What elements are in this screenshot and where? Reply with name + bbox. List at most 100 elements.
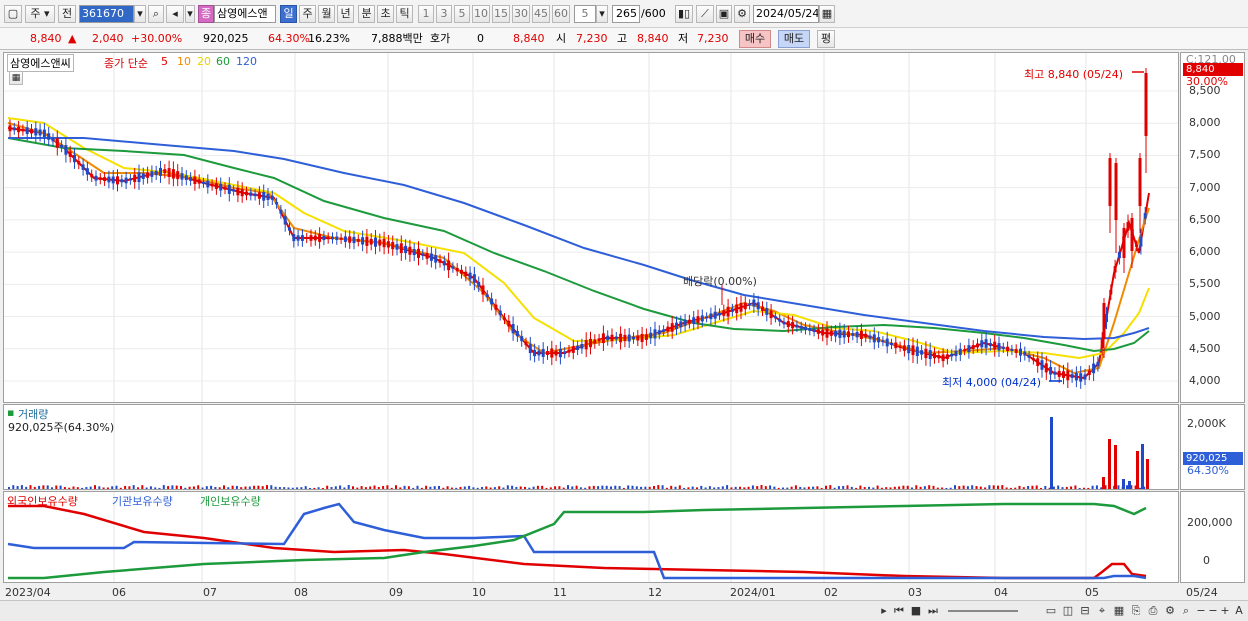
custom-interval-dropdown-icon[interactable]: ▾ (596, 5, 608, 23)
candle-body (739, 302, 743, 312)
search-icon[interactable]: ⌕ (148, 5, 164, 23)
price-chart-canvas[interactable] (4, 53, 1178, 402)
volume-bar (833, 487, 836, 489)
scroll-stop-icon[interactable]: ■ (910, 603, 922, 619)
scroll-right-icon[interactable]: ▸ (878, 603, 890, 619)
candle-body (911, 345, 915, 356)
stock-code-input[interactable]: 361670 (79, 5, 134, 23)
candle-body (761, 306, 764, 311)
volume-bar (653, 485, 655, 489)
volume-bar (102, 487, 105, 489)
scroll-start-icon[interactable]: ⏮ (893, 603, 905, 619)
candle-body (1006, 346, 1010, 352)
save-icon[interactable]: ▣ (716, 5, 732, 23)
ma-period-10: 10 (177, 55, 191, 68)
window-icon[interactable]: ▭ (1045, 603, 1057, 619)
speaker-dropdown-icon[interactable]: ▾ (185, 5, 195, 23)
candle-body (94, 175, 98, 181)
interval-1[interactable]: 1 (418, 5, 434, 23)
zoom-in-icon[interactable]: + (1219, 603, 1231, 619)
candle-body (270, 195, 274, 200)
interval-15[interactable]: 15 (492, 5, 510, 23)
data-table-icon[interactable]: ▦ (9, 71, 23, 85)
candle-body (468, 272, 472, 280)
split-h-icon[interactable]: ⊟ (1079, 603, 1091, 619)
custom-interval-input[interactable]: 5 (574, 5, 596, 23)
timeframe-month[interactable]: 월 (318, 5, 335, 23)
separator-icon: − (1208, 604, 1218, 617)
layout-icon[interactable]: ▢ (4, 5, 22, 23)
candle-body (786, 321, 790, 328)
candle-body (494, 304, 498, 310)
sell-button[interactable]: 매도 (778, 30, 810, 48)
volume-bar (248, 486, 251, 489)
timeframe-second[interactable]: 초 (377, 5, 394, 23)
candle-body (257, 192, 261, 199)
timeframe-year[interactable]: 년 (337, 5, 354, 23)
volume-bar (661, 485, 664, 489)
split-icon[interactable]: ◫ (1062, 603, 1074, 619)
volume-bar (81, 487, 84, 489)
buy-button[interactable]: 매수 (739, 30, 771, 48)
volume-bar (837, 486, 840, 489)
volume-bar (992, 485, 995, 489)
candle-body (687, 319, 691, 324)
crosshair-icon[interactable]: ⌖ (1096, 603, 1108, 619)
zoom-icon[interactable]: ⌕ (1180, 603, 1192, 619)
print-icon[interactable]: ⎙ (1147, 603, 1159, 619)
period-type-select[interactable]: 주 ▾ (25, 5, 55, 23)
volume-bar (1095, 485, 1098, 489)
volume-bar (68, 487, 71, 489)
candle-body (610, 334, 614, 342)
holdings-chart-canvas[interactable] (4, 492, 1178, 582)
date-input[interactable]: 2024/05/24 (753, 5, 819, 23)
auto-scale-icon[interactable]: A (1233, 603, 1245, 619)
draw-tools-icon[interactable]: ⟋ (696, 5, 714, 23)
interval-30[interactable]: 30 (512, 5, 530, 23)
zoom-slider[interactable] (948, 610, 1018, 612)
volume-bar (94, 485, 96, 489)
price-chart-panel[interactable]: 삼영에스앤씨 종가 단순 5 10 20 60 120 ▦ 최고 8,840 (… (3, 52, 1179, 403)
volume-bar (171, 485, 174, 489)
stock-code-dropdown-icon[interactable]: ▾ (134, 5, 146, 23)
avg-price-button[interactable]: 평 (817, 30, 835, 48)
copy-icon[interactable]: ⎘ (1130, 603, 1142, 619)
stock-name-field[interactable]: 삼영에스앤 (214, 5, 276, 23)
interval-60[interactable]: 60 (552, 5, 570, 23)
candle-body (421, 253, 425, 256)
hoga-price: 8,840 (513, 32, 545, 45)
zoom-out-icon[interactable]: − (1195, 603, 1207, 619)
volume-bar (76, 487, 79, 489)
volume-panel[interactable]: ▪ 거래량 920,025주(64.30%) (3, 404, 1179, 490)
calendar-icon[interactable]: ▦ (819, 5, 835, 23)
timeframe-tick[interactable]: 틱 (396, 5, 413, 23)
prev-button[interactable]: 전 (58, 5, 76, 23)
candle-body (98, 177, 102, 180)
interval-45[interactable]: 45 (532, 5, 550, 23)
candle-body (623, 334, 627, 342)
interval-10[interactable]: 10 (472, 5, 490, 23)
x-axis-label: 12 (648, 586, 662, 599)
gear-icon[interactable]: ⚙ (734, 5, 750, 23)
candle-body (928, 350, 932, 360)
volume-chart-canvas[interactable] (4, 405, 1178, 489)
timeframe-minute[interactable]: 분 (358, 5, 375, 23)
interval-5[interactable]: 5 (454, 5, 470, 23)
volume-bar (1138, 487, 1141, 489)
timeframe-day[interactable]: 일 (280, 5, 297, 23)
candle-type-icon[interactable]: ▮▯ (675, 5, 693, 23)
volume-bar (975, 486, 978, 489)
candle-body (442, 260, 446, 266)
holdings-panel[interactable]: 외국인보유수량 기관보유수량 개인보유수량 (3, 491, 1179, 583)
speaker-icon[interactable]: ◂ (166, 5, 184, 23)
candle-body (971, 345, 975, 350)
volume-bar (145, 487, 148, 489)
grid-icon[interactable]: ▦ (1113, 603, 1125, 619)
count-input[interactable]: 265 (612, 5, 640, 23)
candle-body (34, 128, 38, 136)
candle-body (189, 177, 193, 181)
settings-icon[interactable]: ⚙ (1164, 603, 1176, 619)
scroll-end-icon[interactable]: ⏭ (927, 603, 939, 619)
interval-3[interactable]: 3 (436, 5, 452, 23)
timeframe-week[interactable]: 주 (299, 5, 316, 23)
